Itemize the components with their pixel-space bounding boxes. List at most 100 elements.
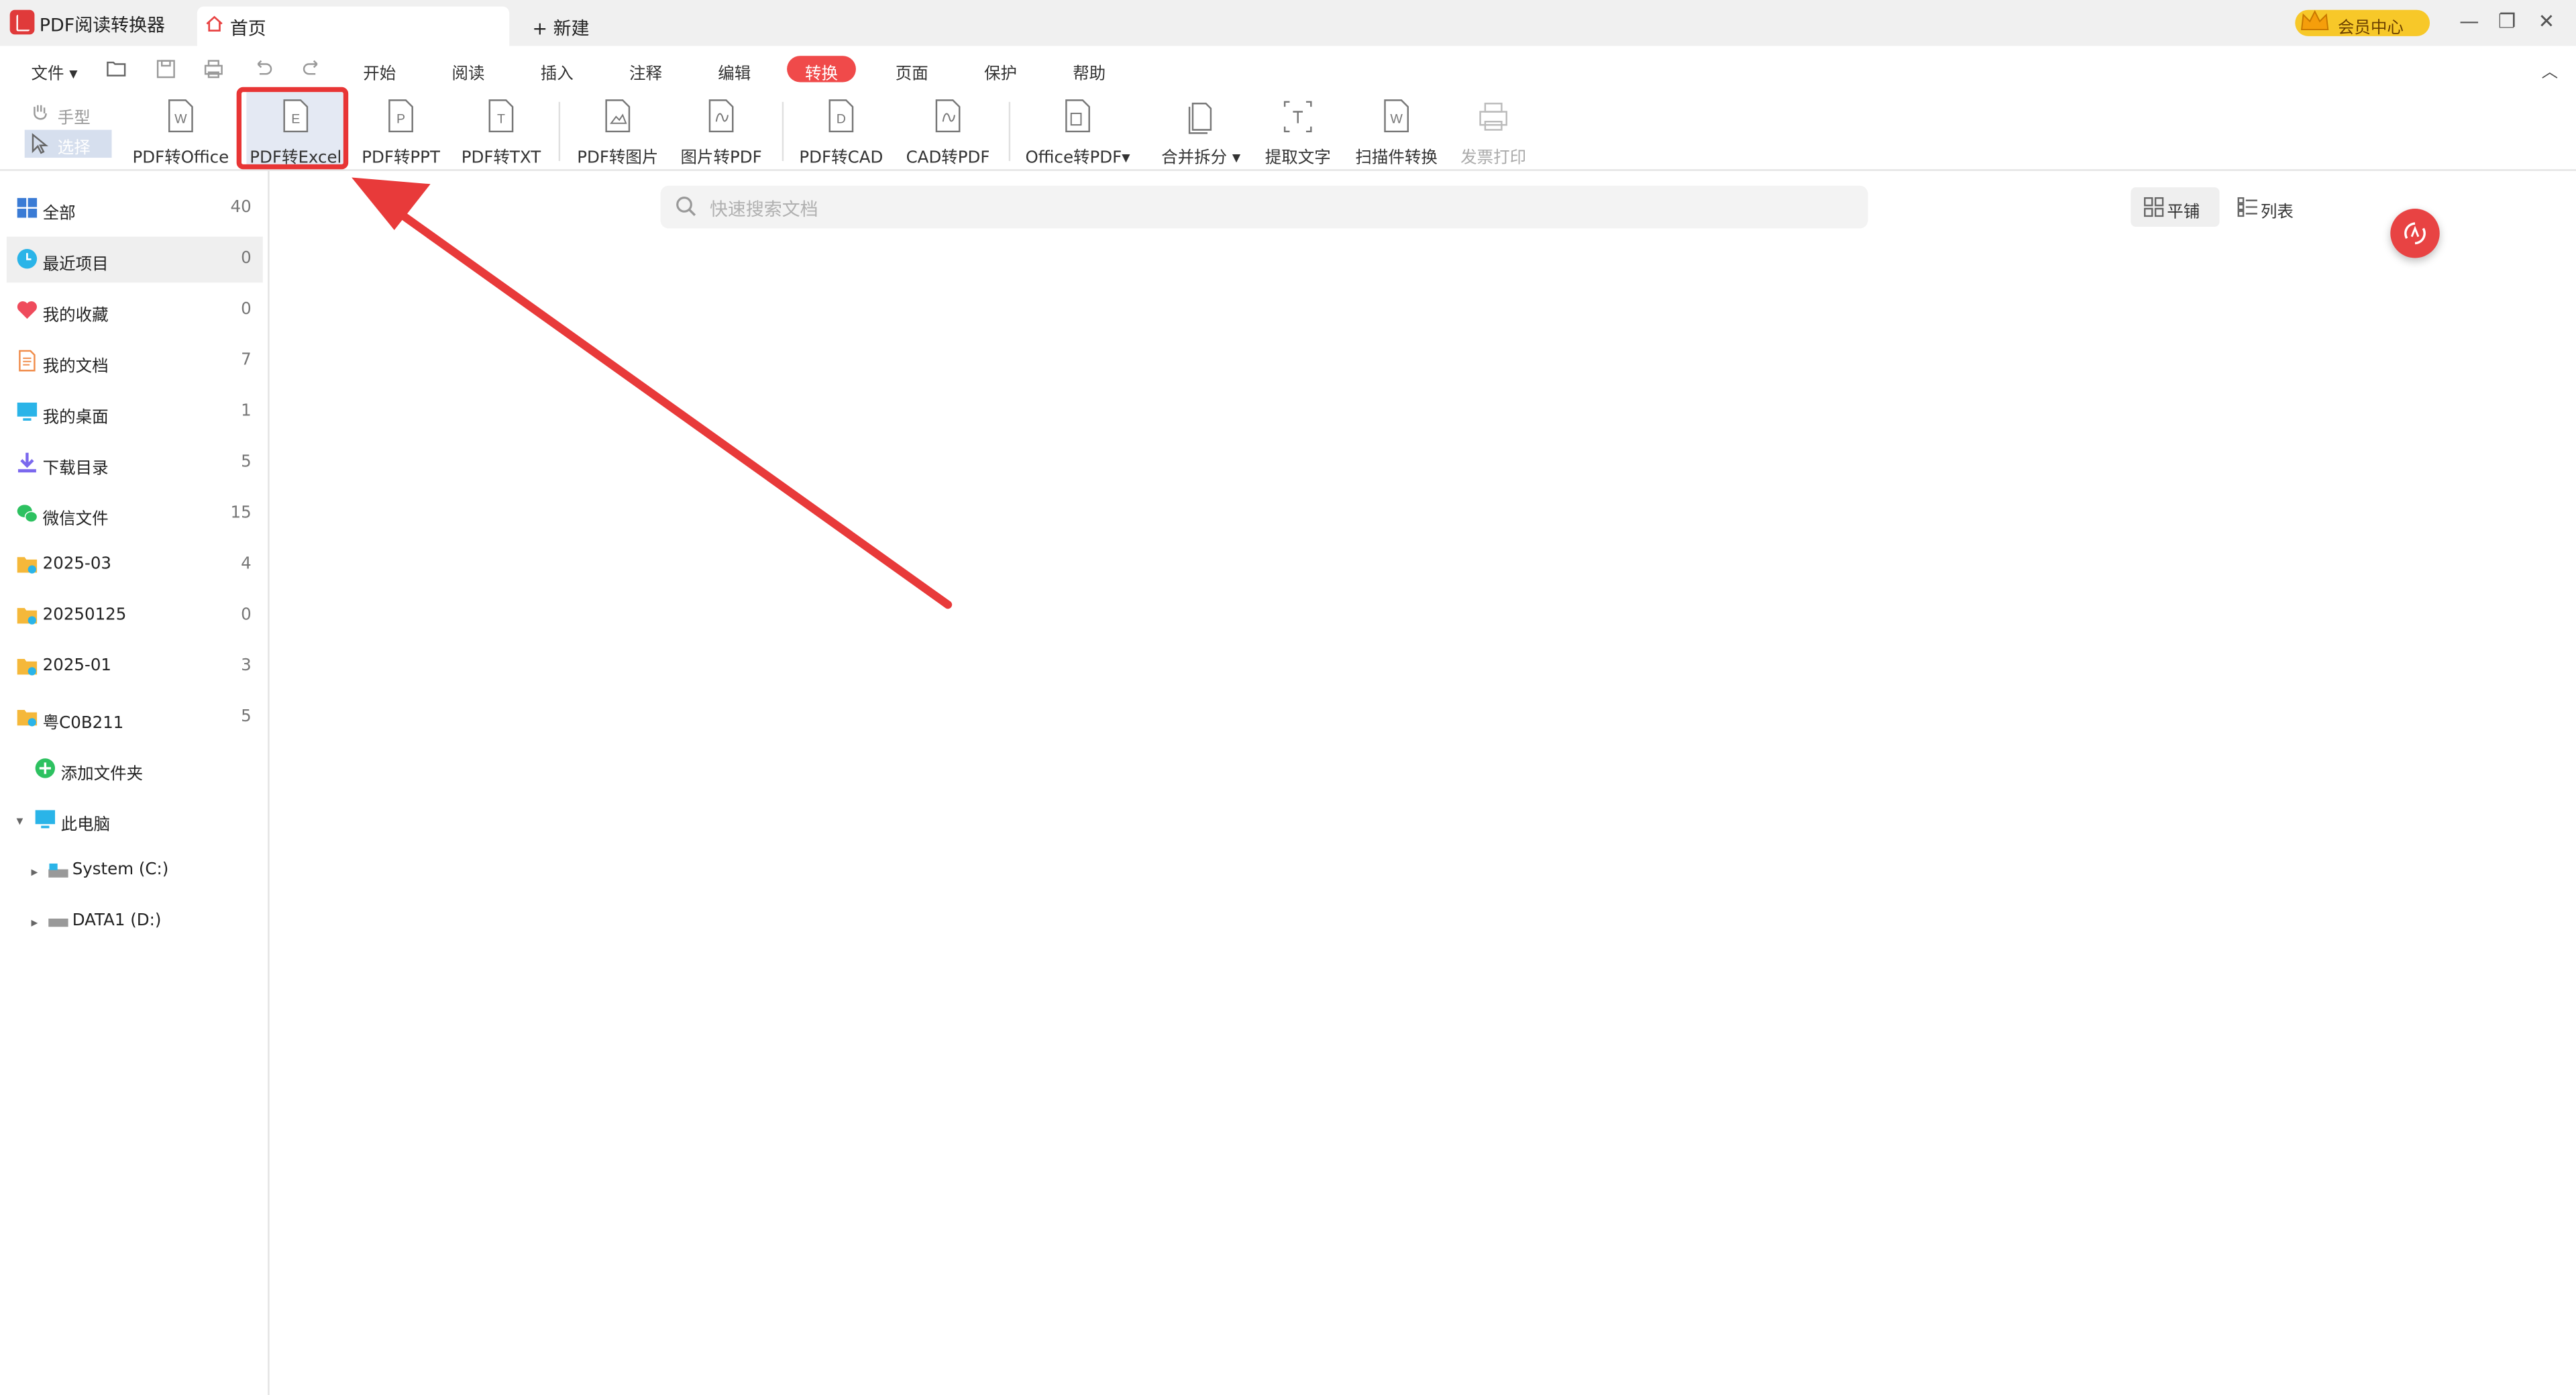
this-pc-label: 此电脑 (60, 817, 111, 835)
menu-tab-protect[interactable]: 保护 (984, 59, 1017, 84)
drive-d-node[interactable]: DATA1 (D:) (46, 909, 227, 938)
grid-icon (17, 198, 38, 218)
new-tab-button[interactable]: + 新建 (532, 15, 589, 41)
download-icon (17, 452, 36, 473)
cad-to-pdf-label: CAD转PDF (906, 149, 990, 168)
view-list-button[interactable]: 列表 (2224, 187, 2313, 227)
sidebar-item-folder-20250125[interactable]: 20250125 0 (7, 593, 263, 639)
search-bar (660, 185, 1868, 229)
hand-tool-button[interactable]: 手型 (26, 100, 111, 128)
restore-icon[interactable]: ❐ (2496, 10, 2518, 33)
menu-tab-help[interactable]: 帮助 (1073, 59, 1106, 84)
sidebar-item-label: 粤C0B211 (42, 715, 124, 733)
computer-icon (35, 810, 56, 829)
pdf-to-image-icon (605, 99, 631, 133)
pdf-to-ppt-button[interactable]: P PDF转PPT (355, 95, 447, 168)
pdf-to-txt-label: PDF转TXT (461, 149, 541, 168)
office-to-pdf-icon (1065, 99, 1090, 133)
toolbar-divider (558, 101, 561, 162)
redo-icon[interactable] (301, 58, 323, 81)
open-folder-icon[interactable] (105, 58, 128, 81)
clock-icon (17, 249, 38, 269)
new-tab-label: 新建 (553, 17, 590, 40)
select-tool-button[interactable]: 选择 (24, 130, 112, 158)
undo-icon[interactable] (252, 58, 274, 81)
scan-convert-button[interactable]: W 扫描件转换 (1350, 95, 1442, 168)
office-to-pdf-button[interactable]: Office转PDF▾ (1018, 95, 1136, 168)
sidebar-item-downloads[interactable]: 下载目录 5 (7, 440, 263, 486)
save-icon[interactable] (154, 58, 177, 81)
svg-text:P: P (396, 112, 405, 127)
sidebar-item-all[interactable]: 全部 40 (7, 186, 263, 232)
pdf-to-office-button[interactable]: W PDF转Office (128, 95, 233, 168)
floating-assistant-button[interactable] (2390, 209, 2440, 258)
sidebar-item-folder-2025-03[interactable]: 2025-03 4 (7, 542, 263, 588)
invoice-print-button[interactable]: 发票打印 (1452, 95, 1534, 168)
image-to-pdf-button[interactable]: 图片转PDF (674, 95, 769, 168)
menu-tab-page[interactable]: 页面 (896, 59, 928, 84)
collapse-ribbon-icon[interactable]: ︿ (2542, 58, 2558, 83)
view-grid-label: 平铺 (2167, 203, 2200, 222)
sidebar-item-desktop[interactable]: 我的桌面 1 (7, 389, 263, 435)
pdf-to-image-button[interactable]: PDF转图片 (570, 95, 665, 168)
minimize-icon[interactable]: — (2458, 10, 2481, 33)
cad-to-pdf-button[interactable]: CAD转PDF (899, 95, 998, 168)
add-folder-button[interactable]: 添加文件夹 (33, 756, 197, 786)
tab-home-label: 首页 (229, 17, 266, 40)
folder-icon (17, 709, 38, 727)
pdf-to-office-label: PDF转Office (132, 149, 229, 168)
sidebar-item-count: 0 (241, 606, 252, 625)
invoice-print-icon (1479, 103, 1507, 131)
merge-split-icon (1188, 103, 1212, 134)
folder-icon (17, 608, 38, 625)
scan-convert-label: 扫描件转换 (1355, 149, 1438, 168)
hand-icon (34, 105, 47, 120)
sidebar-item-folder-2025-01[interactable]: 2025-01 3 (7, 644, 263, 690)
merge-split-button[interactable]: 合并拆分 ▾ (1153, 95, 1248, 168)
search-input[interactable] (706, 192, 1847, 225)
pdf-to-cad-label: PDF转CAD (799, 149, 883, 168)
expand-arrow-icon[interactable]: ▾ (16, 813, 23, 828)
drive-icon (48, 863, 68, 878)
collapsed-arrow-icon[interactable]: ▸ (32, 915, 38, 930)
sidebar-item-label: 我的收藏 (42, 307, 109, 325)
sidebar-item-wechat[interactable]: 微信文件 15 (7, 491, 263, 537)
sidebar-item-documents[interactable]: 我的文档 7 (7, 338, 263, 384)
drive-c-node[interactable]: System (C:) (46, 858, 227, 887)
pdf-to-cad-button[interactable]: D PDF转CAD (794, 95, 889, 168)
menu-tab-read[interactable]: 阅读 (451, 59, 484, 84)
sidebar-item-favorites[interactable]: 我的收藏 0 (7, 288, 263, 334)
menu-tab-annotate[interactable]: 注释 (629, 59, 662, 84)
pdf-to-txt-button[interactable]: T PDF转TXT (457, 95, 545, 168)
folder-icon (17, 557, 38, 574)
drive-icon (48, 918, 68, 927)
select-tool-label: 选择 (57, 140, 91, 158)
svg-text:W: W (1390, 112, 1403, 127)
sidebar-item-label: 我的桌面 (42, 409, 109, 427)
this-pc-node[interactable]: 此电脑 (33, 807, 197, 836)
cad-to-pdf-icon (935, 99, 961, 133)
file-menu[interactable]: 文件 ▾ (32, 59, 78, 84)
highlight-annotation-box (236, 87, 349, 170)
menu-tab-start[interactable]: 开始 (363, 59, 396, 84)
sidebar-item-recent[interactable]: 最近项目 0 (6, 236, 263, 283)
sidebar-item-count: 3 (241, 657, 252, 676)
close-icon[interactable]: ✕ (2535, 10, 2558, 33)
sidebar-item-label: 下载目录 (42, 460, 109, 478)
extract-text-label: 提取文字 (1265, 149, 1331, 168)
extract-text-button[interactable]: 提取文字 (1256, 95, 1338, 168)
menu-tab-insert[interactable]: 插入 (541, 59, 574, 84)
collapsed-arrow-icon[interactable]: ▸ (32, 864, 38, 879)
print-icon[interactable] (202, 58, 225, 81)
vip-center-button[interactable]: 会员中心 (2295, 9, 2430, 38)
menu-tab-edit[interactable]: 编辑 (718, 59, 751, 84)
sidebar-item-count: 1 (241, 403, 252, 421)
image-to-pdf-label: 图片转PDF (680, 149, 762, 168)
view-grid-button[interactable]: 平铺 (2131, 187, 2220, 227)
sidebar-item-folder-yue[interactable]: 粤C0B211 5 (7, 695, 263, 741)
sidebar-item-count: 7 (241, 352, 252, 370)
tab-home[interactable]: 首页 (197, 6, 510, 46)
menu-tab-convert[interactable]: 转换 (787, 56, 856, 84)
drive-d-label: DATA1 (D:) (72, 912, 162, 931)
sidebar-item-count: 0 (241, 250, 252, 268)
